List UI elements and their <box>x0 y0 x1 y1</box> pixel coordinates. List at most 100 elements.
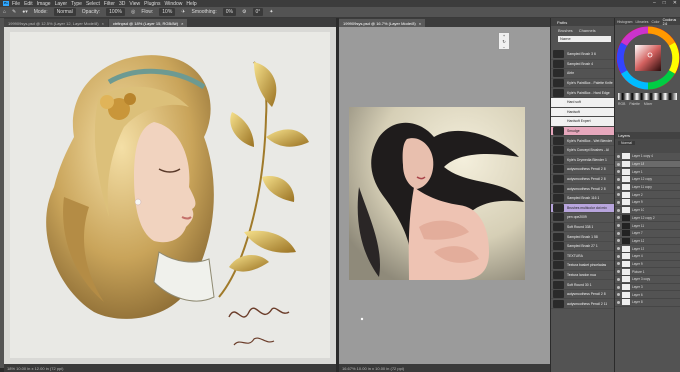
layer-row[interactable]: Layer 8 <box>615 299 680 307</box>
visibility-eye-icon[interactable] <box>617 247 620 251</box>
layer-row[interactable]: Picture 1 <box>615 268 680 276</box>
brush-preset-picker[interactable]: ●▾ <box>22 9 28 15</box>
layer-row[interactable]: Layer 3 copy <box>615 276 680 284</box>
tab-brushes[interactable]: Brushes <box>558 28 573 33</box>
visibility-eye-icon[interactable] <box>617 262 620 266</box>
brush-item[interactable]: Kyle's PaintBox - Hard Edge <box>551 88 615 98</box>
brush-item[interactable]: autysmoothess Pencil 2 8 <box>551 290 615 300</box>
brush-item[interactable]: Hardsoft <box>551 107 615 118</box>
visibility-eye-icon[interactable] <box>617 285 620 289</box>
smoothing-field[interactable]: 0% <box>222 8 237 16</box>
brush-item[interactable]: autysmoothess Pencil 2 11 <box>551 299 615 310</box>
brush-item[interactable]: Brushes multicolor dot mix <box>551 203 615 214</box>
visibility-eye-icon[interactable] <box>617 193 620 197</box>
menu-help[interactable]: Help <box>186 1 196 7</box>
menu-layer[interactable]: Layer <box>55 1 68 7</box>
layer-row[interactable]: Layer 3 <box>615 284 680 292</box>
tab-document-3[interactable]: 199909sys.psd @ 16.7% (Layer Mode/8) × <box>339 19 426 27</box>
brush-item[interactable]: Soft Round 338 1 <box>551 222 615 233</box>
layer-row[interactable]: Layer 12 copy 2 <box>615 214 680 223</box>
menu-plugins[interactable]: Plugins <box>144 1 160 7</box>
brush-item[interactable]: Sampled Brush 27 1 <box>551 242 615 252</box>
navigator-widget[interactable]: + ↻ − <box>498 32 510 50</box>
visibility-eye-icon[interactable] <box>617 154 620 158</box>
menu-file[interactable]: File <box>12 1 20 7</box>
visibility-eye-icon[interactable] <box>617 177 620 181</box>
layer-row[interactable]: Layer 12 copy <box>615 176 680 184</box>
visibility-eye-icon[interactable] <box>617 170 620 174</box>
brush-item[interactable]: autysmoothess Pencil 2 8 <box>551 184 615 194</box>
visibility-eye-icon[interactable] <box>617 254 620 258</box>
canvas-right[interactable] <box>339 27 550 364</box>
pressure-opacity-icon[interactable]: ◎ <box>131 9 135 15</box>
visibility-eye-icon[interactable] <box>617 208 620 212</box>
tab-libraries[interactable]: Libraries <box>635 20 648 24</box>
brush-item[interactable]: autysmoothess Pencil 2 8 <box>551 165 615 175</box>
layer-row[interactable]: Layer 6 <box>615 291 680 300</box>
flow-field[interactable]: 10% <box>159 8 176 16</box>
layer-row[interactable]: Layer 7 <box>615 230 680 238</box>
brush-item[interactable]: Smudge <box>551 126 615 137</box>
maximize-icon[interactable]: □ <box>663 0 666 6</box>
brush-item[interactable]: Sampled Brush 4 <box>551 59 615 70</box>
tab-channels[interactable]: Channels <box>579 28 596 33</box>
menu-image[interactable]: Image <box>37 1 51 7</box>
brush-item[interactable]: Sampled Brush 1 58 <box>551 232 615 242</box>
layer-row[interactable]: Layer 4 <box>615 253 680 261</box>
airbrush-icon[interactable]: ✈ <box>181 9 185 15</box>
home-icon[interactable]: ⌂ <box>3 9 6 15</box>
brush-item[interactable]: Sampled Brush 116 1 <box>551 194 615 204</box>
color-wheel[interactable] <box>615 25 680 91</box>
brush-item[interactable]: Airbr <box>551 69 615 79</box>
tab-document-1[interactable]: 199909sys.psd @ 12.5% (Layer 12, Layer M… <box>4 19 108 27</box>
layer-row[interactable]: Layer 2 <box>615 191 680 200</box>
layer-row[interactable]: Layer 18 <box>615 160 680 169</box>
grayscale-swatches[interactable] <box>618 93 677 100</box>
opacity-field[interactable]: 100% <box>106 8 125 16</box>
brush-tool-icon[interactable]: ✎ <box>12 9 16 15</box>
brush-item[interactable]: Soft Round 30 1 <box>551 280 615 290</box>
brush-search-input[interactable]: Name <box>558 36 611 42</box>
canvas-left[interactable] <box>4 27 336 364</box>
layer-row[interactable]: Layer 9 <box>615 260 680 269</box>
gear-icon[interactable]: ⚙ <box>242 9 246 15</box>
brush-item[interactable]: Hardsoft Expert <box>551 117 615 127</box>
menu-window[interactable]: Window <box>165 1 183 7</box>
mode-rgb[interactable]: RGB <box>618 102 625 110</box>
layer-row[interactable]: Layer 1 <box>615 168 680 177</box>
menu-edit[interactable]: Edit <box>24 1 33 7</box>
layer-row[interactable]: Layer 11 copy <box>615 184 680 192</box>
layer-row[interactable]: Layer 1 copy 4 <box>615 153 680 161</box>
visibility-eye-icon[interactable] <box>617 231 620 235</box>
visibility-eye-icon[interactable] <box>617 224 620 228</box>
brush-item[interactable]: Kyle's Concept Brushes - Al <box>551 146 615 156</box>
layer-row[interactable]: Layer 13 <box>615 245 680 253</box>
minimize-icon[interactable]: – <box>653 0 656 6</box>
mode-select[interactable]: Normal <box>53 8 76 16</box>
visibility-eye-icon[interactable] <box>617 277 620 281</box>
menu-filter[interactable]: Filter <box>104 1 115 7</box>
visibility-eye-icon[interactable] <box>617 270 620 274</box>
menu-view[interactable]: View <box>129 1 140 7</box>
menu-3d[interactable]: 3D <box>119 1 125 7</box>
tab-color[interactable]: Color <box>651 20 659 24</box>
zoom-out-icon[interactable]: − <box>499 45 509 51</box>
close-icon[interactable]: ✕ <box>673 0 677 6</box>
visibility-eye-icon[interactable] <box>617 162 620 166</box>
brush-item[interactable]: Hard soft <box>551 97 615 108</box>
layer-row[interactable]: Layer 10 <box>615 207 680 215</box>
visibility-eye-icon[interactable] <box>617 200 620 204</box>
visibility-eye-icon[interactable] <box>617 185 620 189</box>
brush-item[interactable]: Kyle's PaintBox - Palette Knife <box>551 79 615 89</box>
brush-item[interactable]: pen ope2009 <box>551 213 615 223</box>
close-icon[interactable]: × <box>102 21 104 26</box>
layer-row[interactable]: Layer 11 <box>615 222 680 230</box>
brush-item[interactable]: Sampled Brush 3 6 <box>551 50 615 60</box>
mode-mixer[interactable]: Mixer <box>644 102 652 110</box>
brush-item[interactable]: Kyle's Drymedia Blender 1 <box>551 155 615 166</box>
close-icon[interactable]: × <box>181 21 183 26</box>
close-icon[interactable]: × <box>419 21 421 26</box>
symmetry-icon[interactable]: ✦ <box>269 9 273 15</box>
visibility-eye-icon[interactable] <box>617 239 620 243</box>
menu-select[interactable]: Select <box>86 1 100 7</box>
